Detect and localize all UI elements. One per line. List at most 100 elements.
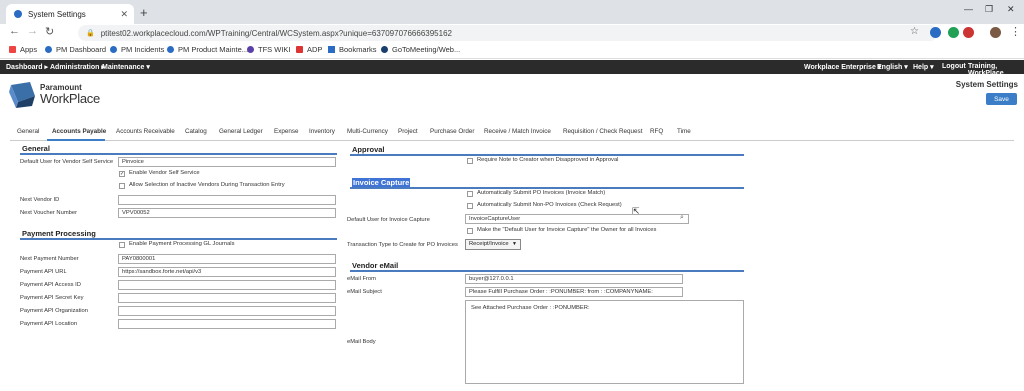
tab-catalog[interactable]: Catalog [185, 128, 207, 135]
star-icon [328, 46, 335, 53]
bookmark-item[interactable]: PM Product Mainte... [167, 45, 248, 54]
nav-logout[interactable]: Logout [942, 63, 966, 70]
payment-api-access-id-field[interactable] [118, 280, 336, 290]
nav-administration[interactable]: Administration ▸ [50, 63, 105, 71]
section-divider [350, 187, 744, 189]
site-icon [381, 46, 388, 53]
url-text: ptitest02.workplacecloud.com/WPTraining/… [100, 28, 452, 38]
make-owner-label: Make the "Default User for Invoice Captu… [477, 227, 657, 233]
close-tab-icon[interactable]: ✕ [120, 9, 128, 20]
transaction-type-value: Receipt/Invoice [469, 241, 509, 247]
browser-toolbar: ← → ↻ 🔒 ptitest02.workplacecloud.com/WPT… [0, 24, 1024, 42]
auto-submit-po-checkbox[interactable] [467, 191, 473, 197]
tab-general-ledger[interactable]: General Ledger [219, 128, 263, 135]
bookmark-item[interactable]: ADP [296, 45, 322, 54]
browser-tabstrip: System Settings ✕ + — ❐ ✕ [0, 0, 1024, 24]
section-divider [350, 270, 744, 272]
search-icon[interactable]: ⌕ [680, 214, 684, 222]
tab-expense[interactable]: Expense [274, 128, 299, 135]
nav-workplace-enterprise[interactable]: Workplace Enterprise ▾ [804, 63, 881, 71]
enable-vss-checkbox[interactable]: ✓ [119, 171, 125, 177]
payment-api-location-field[interactable] [118, 319, 336, 329]
back-icon[interactable]: ← [9, 25, 20, 37]
nav-user[interactable]: Training, WorkPlace [968, 63, 1024, 77]
payment-api-organization-field[interactable] [118, 306, 336, 316]
nav-dashboard[interactable]: Dashboard ▸ [6, 63, 48, 71]
invoice-capture-user-field[interactable]: InvoiceCaptureUser [465, 214, 689, 224]
payment-api-location-label: Payment API Location [20, 321, 78, 327]
minimize-icon[interactable]: — [964, 4, 973, 14]
bookmark-item[interactable]: GoToMeeting/Web... [381, 45, 460, 54]
restore-icon[interactable]: ❐ [985, 4, 993, 15]
bookmark-item[interactable]: PM Incidents [110, 45, 164, 54]
allow-inactive-vendors-label: Allow Selection of Inactive Vendors Duri… [129, 182, 285, 188]
extension-icon[interactable] [963, 27, 974, 38]
payment-api-url-field[interactable]: https://sandbox.forte.net/api/v3 [118, 267, 336, 277]
email-body-textarea[interactable]: See Attached Purchase Order : :PONUMBER: [465, 300, 744, 384]
enable-payment-gl-checkbox[interactable] [119, 242, 125, 248]
tab-accounts-receivable[interactable]: Accounts Receivable [116, 128, 175, 135]
tab-purchase-order[interactable]: Purchase Order [430, 128, 474, 135]
nav-maintenance[interactable]: Maintenance ▾ [102, 63, 150, 71]
address-bar[interactable]: 🔒 ptitest02.workplacecloud.com/WPTrainin… [78, 25, 938, 41]
reload-icon[interactable]: ↻ [45, 25, 54, 38]
transaction-type-label: Transaction Type to Create for PO Invoic… [347, 242, 458, 248]
section-divider [20, 153, 337, 155]
apps-grid-icon [9, 46, 16, 53]
payment-api-access-id-label: Payment API Access ID [20, 282, 81, 288]
browser-tab[interactable]: System Settings ✕ [6, 4, 134, 24]
extension-icon[interactable] [930, 27, 941, 38]
extension-icon[interactable] [948, 27, 959, 38]
nav-language[interactable]: English ▾ [877, 63, 908, 71]
bookmark-item[interactable]: Bookmarks [328, 45, 377, 54]
bookmark-item[interactable]: PM Dashboard [45, 45, 106, 54]
email-subject-field[interactable]: Please Fulfill Purchase Order : :PONUMBE… [465, 287, 683, 297]
tab-rfq[interactable]: RFQ [650, 128, 663, 135]
menu-icon[interactable]: ⋮ [1010, 25, 1021, 38]
forward-icon[interactable]: → [27, 25, 38, 37]
next-vendor-id-field[interactable] [118, 195, 336, 205]
profile-avatar[interactable] [990, 27, 1001, 38]
section-divider [20, 238, 337, 240]
require-note-checkbox[interactable] [467, 158, 473, 164]
logo-text-bottom: WorkPlace [40, 91, 100, 106]
allow-inactive-vendors-checkbox[interactable] [119, 183, 125, 189]
section-payment-title: Payment Processing [22, 229, 96, 238]
payment-api-organization-label: Payment API Organization [20, 308, 88, 314]
next-vendor-id-label: Next Vendor ID [20, 197, 60, 203]
browser-tab-title: System Settings [28, 9, 86, 19]
next-payment-number-field[interactable]: PAY0800001 [118, 254, 336, 264]
section-approval-title: Approval [352, 145, 385, 154]
tab-multi-currency[interactable]: Multi-Currency [347, 128, 388, 135]
active-tab-indicator [47, 139, 105, 141]
require-note-label: Require Note to Creator when Disapproved… [477, 157, 619, 163]
window-close-icon[interactable]: ✕ [1007, 4, 1015, 15]
next-payment-number-label: Next Payment Number [20, 256, 79, 262]
default-user-vss-field[interactable]: Pinvoice [118, 157, 336, 167]
tab-time[interactable]: Time [677, 128, 691, 135]
make-owner-checkbox[interactable] [467, 228, 473, 234]
bookmark-star-icon[interactable]: ☆ [910, 26, 919, 37]
tab-accounts-payable[interactable]: Accounts Payable [52, 128, 106, 135]
paramount-logo-icon [9, 82, 35, 108]
next-voucher-number-field[interactable]: VPV00052 [118, 208, 336, 218]
bookmark-item[interactable]: TFS WIKI [247, 45, 291, 54]
transaction-type-select[interactable]: Receipt/Invoice ▼ [465, 239, 521, 250]
tab-inventory[interactable]: Inventory [309, 128, 335, 135]
lock-icon: 🔒 [86, 30, 95, 37]
payment-api-secret-key-field[interactable] [118, 293, 336, 303]
bookmark-apps[interactable]: Apps [9, 45, 37, 54]
auto-submit-nonpo-checkbox[interactable] [467, 203, 473, 209]
email-from-label: eMail From [347, 276, 376, 282]
section-divider [350, 154, 744, 156]
new-tab-icon[interactable]: + [140, 5, 148, 20]
tab-general[interactable]: General [17, 128, 39, 135]
save-button[interactable]: Save [986, 93, 1017, 105]
tab-requisition-check-request[interactable]: Requisition / Check Request [563, 128, 642, 135]
tab-receive-match-invoice[interactable]: Receive / Match Invoice [484, 128, 551, 135]
enable-vss-label: Enable Vendor Self Service [129, 170, 200, 176]
email-from-field[interactable]: buyer@127.0.0.1 [465, 274, 683, 284]
tab-project[interactable]: Project [398, 128, 418, 135]
nav-help[interactable]: Help ▾ [913, 63, 934, 71]
tab-divider [10, 140, 1014, 141]
